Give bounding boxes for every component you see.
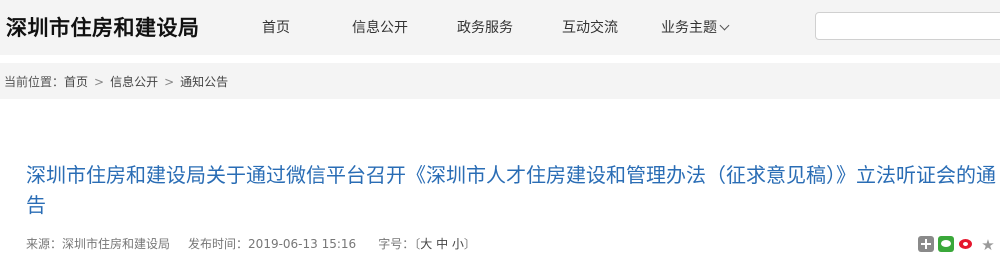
plus-icon[interactable] — [918, 236, 934, 252]
nav-item-business-topics[interactable]: 业务主题 — [661, 17, 730, 37]
article-title: 深圳市住房和建设局关于通过微信平台召开《深圳市人才住房建设和管理办法（征求意见稿… — [26, 163, 996, 217]
font-size-bracket-close: 〕 — [463, 237, 476, 251]
nav-item-government-services[interactable]: 政务服务 — [457, 17, 513, 37]
date-label: 发布时间： — [188, 237, 249, 251]
search-input[interactable] — [815, 12, 1000, 40]
breadcrumb-bar: 当前位置：首页 > 信息公开 > 通知公告 — [0, 63, 1000, 99]
breadcrumb-item-notices[interactable]: 通知公告 — [180, 75, 228, 89]
font-size-label: 字号： — [378, 237, 415, 251]
article-meta: 来源：深圳市住房和建设局 发布时间：2019-06-13 15:16 字号：〔大 中… — [26, 235, 476, 252]
site-title[interactable]: 深圳市住房和建设局 — [6, 12, 200, 42]
font-size-medium-button[interactable]: 中 — [436, 237, 448, 251]
source-value: 深圳市住房和建设局 — [62, 237, 171, 251]
breadcrumb-separator: > — [94, 75, 105, 89]
breadcrumb-separator: > — [164, 75, 175, 89]
font-size-large-button[interactable]: 大 — [420, 237, 432, 251]
publish-date: 2019-06-13 15:16 — [248, 237, 357, 251]
font-size-small-button[interactable]: 小 — [452, 237, 464, 251]
nav-item-business-topics-label: 业务主题 — [661, 20, 717, 36]
wechat-icon[interactable] — [938, 236, 954, 252]
chevron-down-icon — [719, 20, 730, 31]
nav-item-info-disclosure[interactable]: 信息公开 — [352, 17, 408, 37]
star-icon[interactable]: ★ — [980, 237, 996, 253]
nav-item-interaction[interactable]: 互动交流 — [562, 17, 618, 37]
breadcrumb-item-home[interactable]: 首页 — [64, 75, 88, 89]
breadcrumb-item-info-disclosure[interactable]: 信息公开 — [110, 75, 158, 89]
header-bar: 深圳市住房和建设局 首页 信息公开 政务服务 互动交流 业务主题 — [0, 0, 1000, 55]
page: 深圳市住房和建设局 首页 信息公开 政务服务 互动交流 业务主题 当前位置：首页… — [0, 0, 1000, 265]
nav-item-home[interactable]: 首页 — [262, 17, 290, 37]
weibo-icon[interactable] — [958, 236, 974, 252]
breadcrumb-prefix: 当前位置： — [4, 75, 65, 89]
breadcrumb: 当前位置：首页 > 信息公开 > 通知公告 — [4, 73, 228, 90]
source-label: 来源： — [26, 237, 63, 251]
